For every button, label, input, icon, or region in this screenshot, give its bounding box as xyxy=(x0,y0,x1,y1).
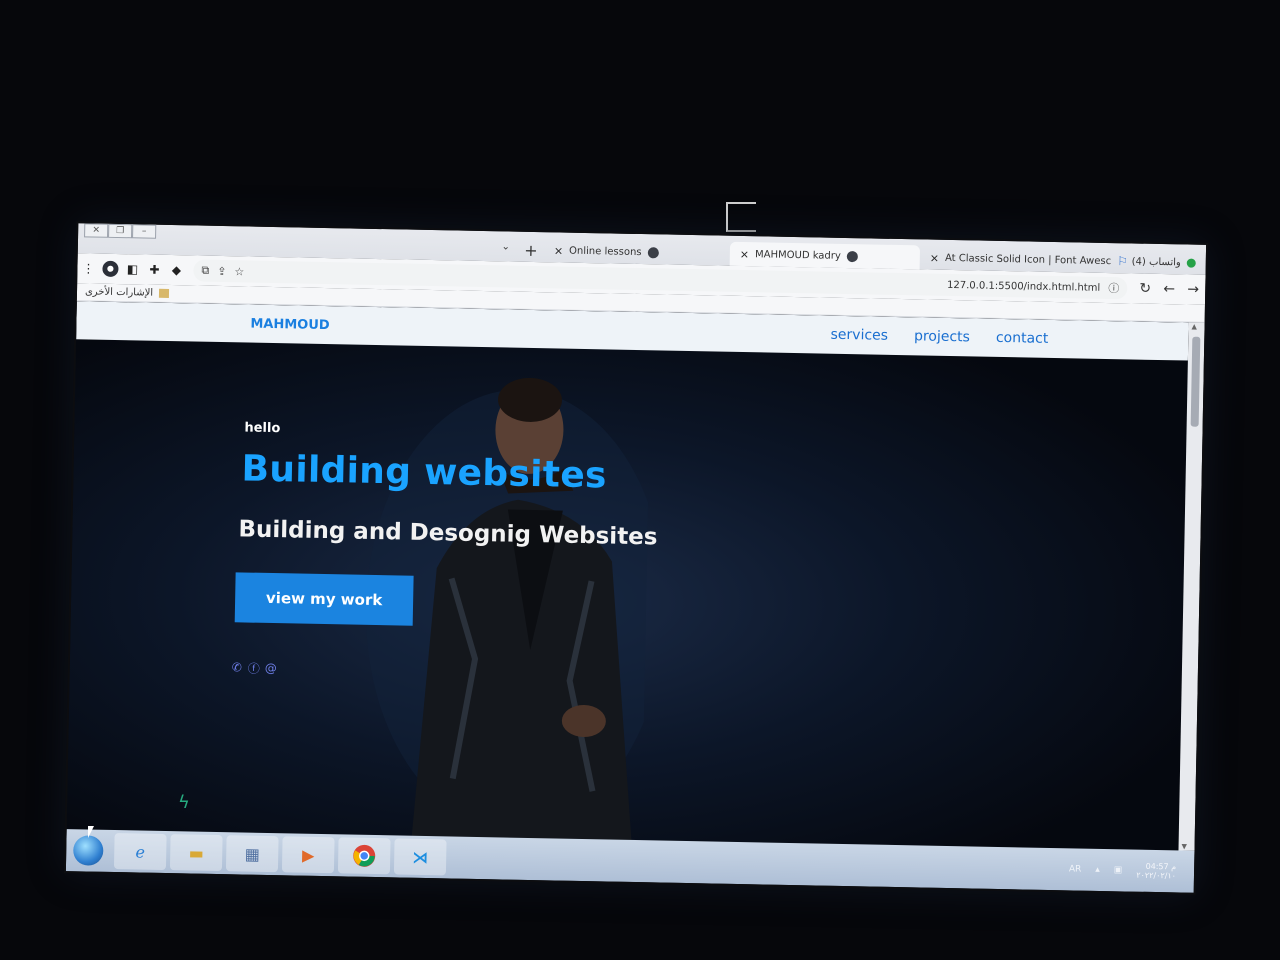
system-tray: AR ▴ ▣ 04:57 م ٢٠٢٢/٠٢/١٠ xyxy=(1069,860,1176,881)
bookmarks-other-label[interactable]: الإشارات الأخرى xyxy=(85,286,153,298)
monitor-screen: واتساب (4) × At Classic Solid Icon | Fon… xyxy=(65,223,1207,893)
tab-mahmoud-kadry[interactable]: × MAHMOUD kadry xyxy=(729,241,921,270)
tab-label: At Classic Solid Icon | Font Awesc xyxy=(944,252,1112,267)
forward-icon[interactable]: → xyxy=(1181,281,1205,298)
folder-icon[interactable]: ▬ xyxy=(169,834,223,872)
chrome-logo-icon xyxy=(353,844,376,867)
network-icon[interactable]: ▣ xyxy=(1114,865,1123,875)
tab-label: Online lessons xyxy=(569,245,642,258)
close-icon[interactable]: × xyxy=(740,247,749,260)
maximize-button[interactable]: ❐ xyxy=(108,223,133,239)
hero-title: Building websites xyxy=(241,448,608,497)
media-player-icon[interactable]: ▶ xyxy=(281,836,335,874)
clock-date: ٢٠٢٢/٠٢/١٠ xyxy=(1136,870,1177,881)
scrollbar-thumb[interactable] xyxy=(1190,336,1201,427)
site-nav: services projects contact xyxy=(830,327,1048,347)
flag-icon: ⚐ xyxy=(1117,254,1129,269)
tab-label: واتساب (4) xyxy=(1131,255,1181,268)
chrome-icon[interactable] xyxy=(337,837,391,875)
window-controls: ✕ ❐ – xyxy=(78,223,157,254)
internet-explorer-icon[interactable]: ℯ xyxy=(113,833,167,871)
sidebar-icon[interactable]: ◧ xyxy=(121,262,143,276)
windows-logo-icon xyxy=(72,835,104,866)
mouse-cursor-icon xyxy=(88,826,94,838)
language-indicator[interactable]: AR xyxy=(1069,864,1082,874)
new-tab-button[interactable]: + xyxy=(518,238,544,262)
clock[interactable]: 04:57 م ٢٠٢٢/٠٢/١٠ xyxy=(1136,862,1176,881)
scroll-up-arrow-icon[interactable]: ▲ xyxy=(1191,323,1197,331)
whatsapp-icon xyxy=(1186,258,1196,268)
view-my-work-button[interactable]: view my work xyxy=(234,572,414,626)
folder-icon xyxy=(159,288,170,298)
extensions-puzzle-icon[interactable]: ✚ xyxy=(143,262,165,277)
close-icon[interactable]: × xyxy=(930,251,939,264)
minimize-button[interactable]: – xyxy=(132,224,157,239)
site-logo[interactable]: MAHMOUD xyxy=(250,316,329,333)
menu-kebab-icon[interactable]: ⋮ xyxy=(77,261,99,275)
reload-icon[interactable]: ↻ xyxy=(1133,280,1157,297)
web-page: MAHMOUD services projects contact hello … xyxy=(66,301,1189,851)
send-to-device-icon[interactable]: ⧉ xyxy=(201,264,209,278)
scroll-down-arrow-icon[interactable]: ▼ xyxy=(1181,843,1187,851)
globe-icon xyxy=(647,246,659,258)
close-icon[interactable]: × xyxy=(554,244,563,257)
facebook-icon[interactable]: ⓕ xyxy=(247,661,261,675)
nav-projects[interactable]: projects xyxy=(914,328,970,345)
vscode-icon[interactable]: ⋊ xyxy=(393,838,447,876)
nav-contact[interactable]: contact xyxy=(996,330,1049,347)
site-info-icon[interactable]: ⓘ xyxy=(1108,280,1119,296)
webcam xyxy=(726,202,756,232)
back-icon[interactable]: ← xyxy=(1157,281,1181,297)
address-spacer xyxy=(252,272,939,285)
share-icon[interactable]: ⇪ xyxy=(217,264,226,277)
close-window-button[interactable]: ✕ xyxy=(84,223,109,238)
tab-label: MAHMOUD kadry xyxy=(754,248,841,262)
profile-avatar[interactable]: ● xyxy=(102,260,119,278)
green-glow-reflection: ϟ xyxy=(178,792,190,813)
globe-icon xyxy=(846,250,858,262)
hero-greeting: hello xyxy=(244,420,281,437)
paint-icon[interactable]: ▦ xyxy=(225,835,279,873)
url-text[interactable]: 127.0.0.1:5500/indx.html.html xyxy=(947,279,1100,293)
tray-arrow-icon[interactable]: ▴ xyxy=(1095,865,1100,875)
tab-online-lessons[interactable]: × Online lessons xyxy=(544,238,730,266)
nav-services[interactable]: services xyxy=(830,327,888,344)
social-links: ✆ ⓕ @ xyxy=(230,660,278,675)
chevron-down-icon[interactable]: ⌄ xyxy=(493,241,518,252)
tab-whatsapp[interactable]: واتساب (4) xyxy=(1116,249,1206,275)
bookmark-star-icon[interactable]: ☆ xyxy=(234,265,244,278)
extension-cube-icon[interactable]: ◆ xyxy=(165,263,187,277)
whatsapp-icon[interactable]: ✆ xyxy=(230,660,244,674)
at-icon[interactable]: @ xyxy=(264,661,278,675)
